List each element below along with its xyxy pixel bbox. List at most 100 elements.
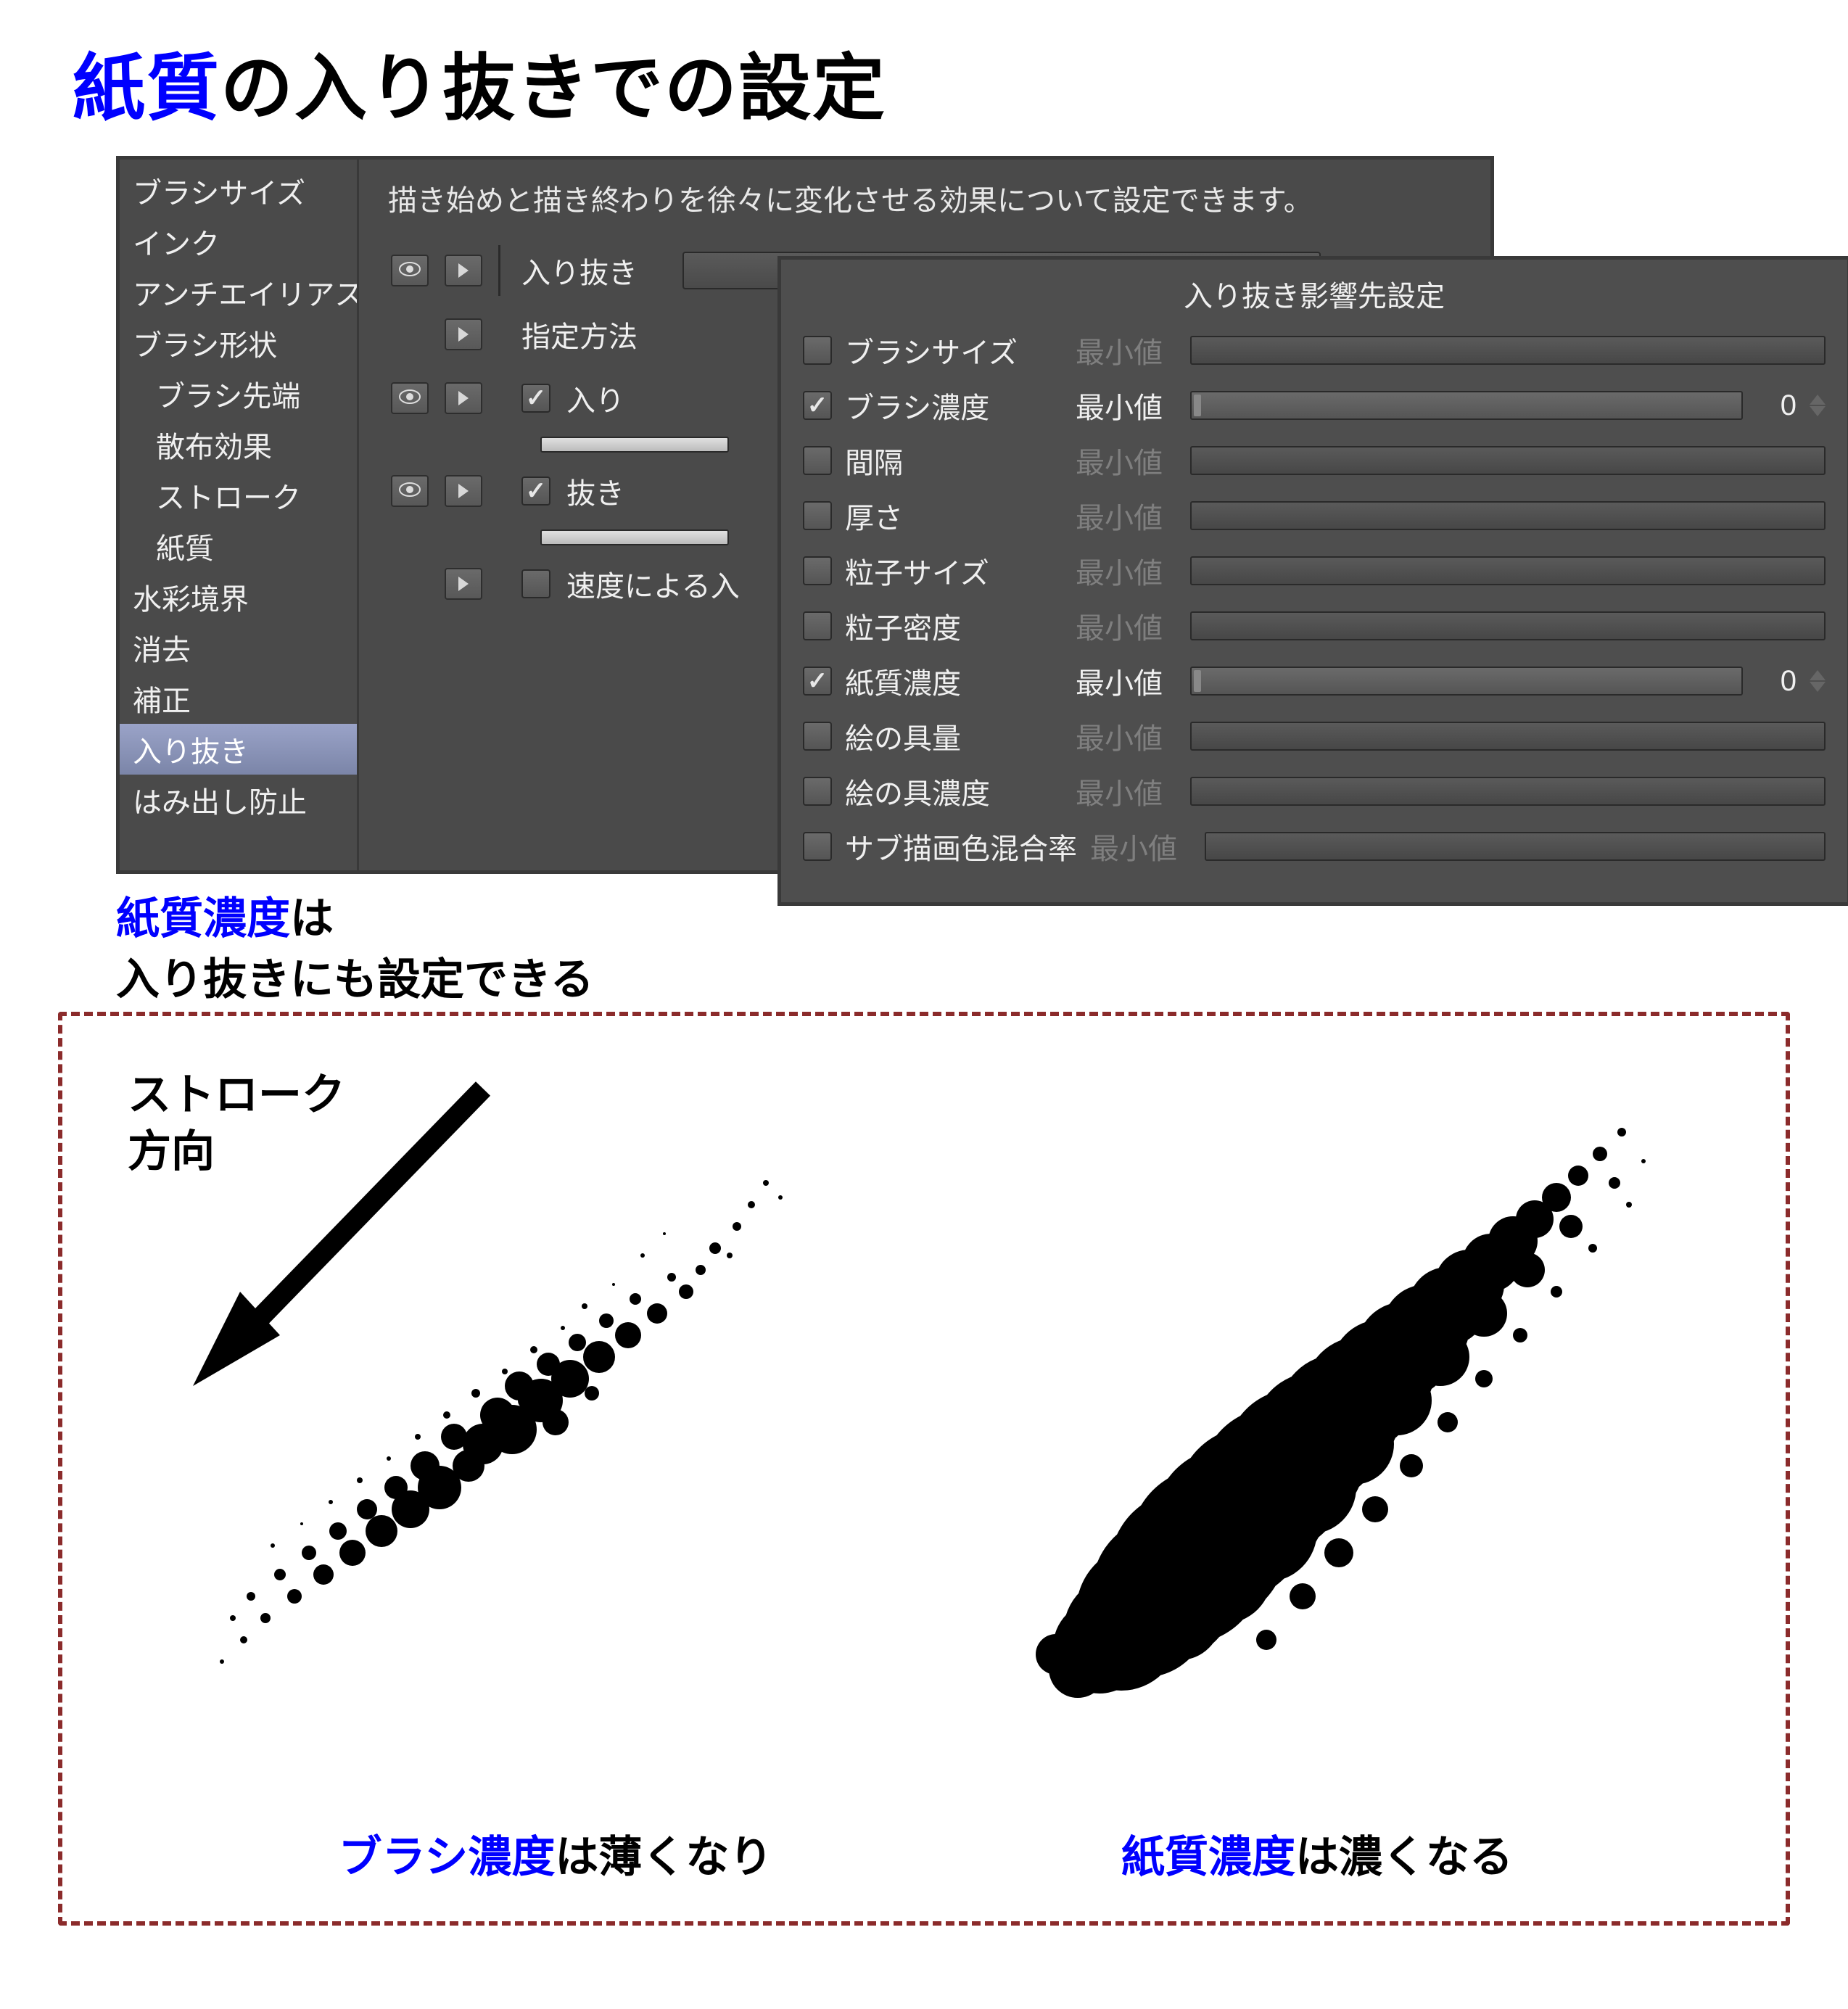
param-row-1: ブラシ濃度最小値 0	[803, 384, 1826, 426]
expand-toggle[interactable]	[445, 568, 482, 600]
expand-toggle[interactable]	[445, 318, 482, 350]
expand-toggle[interactable]	[445, 475, 482, 507]
demo-caption-right: 紙質濃度は濃くなる	[991, 1822, 1643, 1885]
page-title: 紙質の入り抜きでの設定	[73, 29, 1790, 134]
param-checkbox[interactable]	[803, 556, 832, 585]
panels-area: ブラシサイズインクアンチエイリアスブラシ形状ブラシ先端散布効果ストローク紙質水彩…	[116, 156, 1790, 1004]
sidebar-item-9[interactable]: 消去	[120, 622, 357, 673]
sidebar-item-10[interactable]: 補正	[120, 673, 357, 724]
brush-stroke-light	[193, 1103, 860, 1727]
sidebar-item-5[interactable]: 散布効果	[120, 419, 357, 470]
chevron-right-icon	[458, 391, 469, 405]
param-slider	[1190, 446, 1826, 475]
param-slider[interactable]	[1190, 667, 1743, 696]
demo-caption-right-accent: 紙質濃度	[1121, 1833, 1295, 1881]
demo-caption-left-rest: は薄くなり	[555, 1833, 772, 1881]
param-slider	[1190, 611, 1826, 640]
influence-popup: 入り抜き影響先設定 ブラシサイズ最小値ブラシ濃度最小値0間隔最小値厚さ最小値粒子…	[777, 256, 1848, 906]
row-label-nuki: 抜き	[566, 470, 639, 512]
param-min-label: 最小値	[1076, 495, 1177, 537]
param-value: 0	[1763, 389, 1797, 422]
param-label: 粒子密度	[845, 605, 1063, 647]
sidebar-item-1[interactable]: インク	[120, 216, 357, 267]
param-label: 紙質濃度	[845, 660, 1063, 702]
param-row-0: ブラシサイズ最小値	[803, 329, 1826, 371]
param-checkbox[interactable]	[803, 667, 832, 696]
sub-caption-line2: 入り抜きにも設定できる	[116, 955, 594, 1004]
visibility-toggle[interactable]	[391, 382, 429, 414]
param-label: 厚さ	[845, 495, 1063, 537]
sidebar-item-8[interactable]: 水彩境界	[120, 572, 357, 622]
row-label-sokudo: 速度による入	[566, 563, 755, 605]
iri-slider[interactable]	[540, 437, 729, 453]
param-spinner[interactable]	[1810, 670, 1826, 692]
param-checkbox[interactable]	[803, 501, 832, 530]
demo-box: ストローク方向	[58, 1012, 1790, 1926]
title-rest: の入り抜きでの設定	[220, 48, 886, 129]
chevron-right-icon	[458, 263, 469, 278]
iri-checkbox[interactable]	[521, 384, 550, 413]
param-label: 絵の具量	[845, 715, 1063, 757]
eye-icon	[399, 261, 421, 281]
expand-toggle[interactable]	[445, 382, 482, 414]
sidebar-item-6[interactable]: ストローク	[120, 470, 357, 521]
chevron-right-icon	[458, 484, 469, 498]
param-row-2: 間隔最小値	[803, 440, 1826, 482]
row-label-iri: 入り	[566, 377, 639, 419]
param-min-label: 最小値	[1076, 329, 1177, 371]
sokudo-checkbox[interactable]	[521, 569, 550, 598]
param-checkbox[interactable]	[803, 336, 832, 365]
sidebar-item-11[interactable]: 入り抜き	[120, 724, 357, 775]
nuki-checkbox[interactable]	[521, 477, 550, 506]
settings-description: 描き始めと描き終わりを徐々に変化させる効果について設定できます。	[381, 177, 1469, 219]
param-label: 粒子サイズ	[845, 550, 1063, 592]
param-row-9: サブ描画色混合率最小値	[803, 825, 1826, 867]
param-checkbox[interactable]	[803, 391, 832, 420]
param-min-label: 最小値	[1076, 384, 1177, 426]
param-row-6: 紙質濃度最小値0	[803, 660, 1826, 702]
sidebar-item-0[interactable]: ブラシサイズ	[120, 165, 357, 216]
param-min-label: 最小値	[1076, 550, 1177, 592]
title-accent: 紙質	[73, 48, 220, 129]
param-checkbox[interactable]	[803, 611, 832, 640]
param-slider	[1190, 336, 1826, 365]
param-checkbox[interactable]	[803, 722, 832, 751]
chevron-right-icon	[458, 327, 469, 342]
param-checkbox[interactable]	[803, 777, 832, 806]
sidebar-item-3[interactable]: ブラシ形状	[120, 318, 357, 368]
visibility-toggle[interactable]	[391, 475, 429, 507]
param-slider	[1190, 722, 1826, 751]
sidebar-item-12[interactable]: はみ出し防止	[120, 775, 357, 825]
row-label-irinuki: 入り抜き	[521, 249, 667, 292]
row-label-shitei: 指定方法	[521, 313, 667, 355]
param-min-label: 最小値	[1076, 770, 1177, 812]
param-slider	[1190, 777, 1826, 806]
sub-caption-rest1: は	[290, 894, 334, 943]
param-row-5: 粒子密度最小値	[803, 605, 1826, 647]
param-checkbox[interactable]	[803, 832, 832, 861]
param-row-3: 厚さ最小値	[803, 495, 1826, 537]
param-slider	[1190, 501, 1826, 530]
nuki-slider[interactable]	[540, 529, 729, 545]
demo-caption-left-accent: ブラシ濃度	[339, 1833, 556, 1881]
expand-toggle[interactable]	[445, 255, 482, 286]
param-label: ブラシ濃度	[845, 384, 1063, 426]
param-checkbox[interactable]	[803, 446, 832, 475]
param-label: 間隔	[845, 440, 1063, 482]
param-slider	[1205, 832, 1826, 861]
sidebar-item-4[interactable]: ブラシ先端	[120, 368, 357, 419]
sidebar-item-7[interactable]: 紙質	[120, 521, 357, 572]
param-min-label: 最小値	[1076, 660, 1177, 702]
param-min-label: 最小値	[1076, 440, 1177, 482]
sidebar-item-2[interactable]: アンチエイリアス	[120, 267, 357, 318]
param-label: ブラシサイズ	[845, 329, 1063, 371]
param-slider[interactable]	[1190, 391, 1743, 420]
param-label: サブ描画色混合率	[845, 825, 1077, 867]
param-spinner[interactable]	[1810, 395, 1826, 416]
param-min-label: 最小値	[1076, 605, 1177, 647]
param-min-label: 最小値	[1090, 825, 1192, 867]
param-row-8: 絵の具濃度最小値	[803, 770, 1826, 812]
visibility-toggle[interactable]	[391, 255, 429, 286]
demo-caption-right-rest: は濃くなる	[1295, 1833, 1513, 1881]
sub-caption-accent: 紙質濃度	[116, 894, 290, 943]
